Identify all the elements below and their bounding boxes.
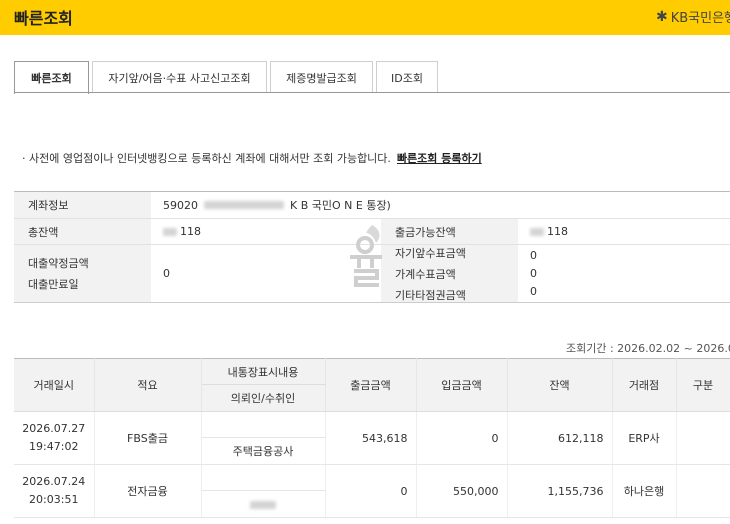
total-balance-label: 총잔액 bbox=[14, 219, 151, 244]
tx-balance: 612,118 bbox=[507, 411, 613, 465]
col-branch: 거래점 bbox=[612, 358, 677, 412]
tx-withdraw: 0 bbox=[325, 464, 417, 518]
tx-deposit: 0 bbox=[416, 411, 508, 465]
inquiry-period: 조회기간 : 2026.02.02 ~ 2026.08.0 bbox=[566, 342, 730, 355]
check-other-value: 0 bbox=[530, 285, 537, 298]
transaction-table: 거래일시 적요 내통장표시내용 출금금액 입금금액 잔액 거래점 구분 의뢰인/… bbox=[14, 358, 730, 518]
col-date: 거래일시 bbox=[14, 358, 95, 412]
account-product-name: K B 국민O N E 통장) bbox=[290, 199, 391, 212]
masked-amount bbox=[530, 227, 544, 236]
col-requester: 의뢰인/수취인 bbox=[201, 384, 326, 412]
watermark-logo bbox=[350, 225, 382, 287]
tx-branch: ERP사 bbox=[612, 411, 677, 465]
check-values: 0 0 0 bbox=[518, 245, 537, 302]
notice-text: · 사전에 영업점이나 인터넷뱅킹으로 등록하신 계좌에 대해서만 조회 가능합… bbox=[22, 152, 391, 165]
col-withdraw: 출금금액 bbox=[325, 358, 417, 412]
page-title: 빠른조회 bbox=[14, 9, 73, 28]
check-labels: 자기앞수표금액 가계수표금액 기타타점권금액 bbox=[381, 245, 518, 302]
available-balance-label: 출금가능잔액 bbox=[381, 219, 518, 244]
tab-id-inquiry[interactable]: ID조회 bbox=[376, 61, 438, 93]
check-self-value: 0 bbox=[530, 249, 537, 262]
col-deposit: 입금금액 bbox=[416, 358, 508, 412]
tab-bar: 빠른조회 자기앞/어음·수표 사고신고조회 제증명발급조회 ID조회 bbox=[14, 61, 441, 94]
col-category: 구분 bbox=[676, 358, 730, 412]
notice: · 사전에 영업점이나 인터넷뱅킹으로 등록하신 계좌에 대해서만 조회 가능합… bbox=[22, 150, 482, 166]
register-link[interactable]: 빠른조회 등록하기 bbox=[397, 152, 482, 165]
tab-check-report[interactable]: 자기앞/어음·수표 사고신고조회 bbox=[92, 61, 267, 93]
tab-certificate[interactable]: 제증명발급조회 bbox=[270, 61, 373, 93]
available-balance-value: 118 bbox=[518, 219, 568, 244]
check-home-value: 0 bbox=[530, 267, 537, 280]
check-other-label: 기타타점권금액 bbox=[395, 288, 466, 302]
tab-underline bbox=[14, 92, 730, 93]
tx-branch: 하나은행 bbox=[612, 464, 677, 518]
col-passbook: 내통장표시내용 bbox=[201, 358, 326, 385]
tx-category bbox=[676, 411, 730, 465]
tx-balance: 1,155,736 bbox=[507, 464, 613, 518]
masked-account-number bbox=[204, 201, 284, 209]
masked-amount bbox=[163, 227, 177, 236]
account-info-label: 계좌정보 bbox=[14, 192, 151, 218]
tx-memo: 전자금융 bbox=[94, 464, 202, 518]
loan-limit-label: 대출약정금액 bbox=[28, 257, 89, 270]
tab-quick-inquiry[interactable]: 빠른조회 bbox=[14, 61, 89, 94]
tx-passbook bbox=[201, 411, 326, 438]
table-row: 2026.07.27 19:47:02 FBS출금 543,618 0 612,1… bbox=[14, 411, 730, 465]
tx-passbook bbox=[201, 464, 326, 491]
col-memo: 적요 bbox=[94, 358, 202, 412]
top-bar: 빠른조회 ✱ KB국민은행 bbox=[0, 0, 730, 35]
tx-requester: 주택금융공사 bbox=[201, 437, 326, 465]
logo-text: KB국민은행 bbox=[670, 11, 730, 26]
col-balance: 잔액 bbox=[507, 358, 613, 412]
account-number-prefix: 59020 bbox=[163, 198, 198, 212]
kb-star-icon: ✱ bbox=[655, 8, 668, 25]
loan-expiry-label: 대출만료일 bbox=[28, 278, 79, 291]
tx-datetime: 2026.07.24 20:03:51 bbox=[14, 464, 95, 518]
tx-deposit: 550,000 bbox=[416, 464, 508, 518]
account-row: 계좌정보 59020 K B 국민O N E 통장) bbox=[14, 192, 730, 219]
check-home-label: 가계수표금액 bbox=[395, 267, 456, 281]
tx-datetime: 2026.07.27 19:47:02 bbox=[14, 411, 95, 465]
account-info-value: 59020 K B 국민O N E 통장) bbox=[151, 192, 391, 218]
tx-memo: FBS출금 bbox=[94, 411, 202, 465]
table-row: 2026.07.24 20:03:51 전자금융 0 550,000 1,155,… bbox=[14, 464, 730, 518]
masked-requester bbox=[250, 500, 276, 509]
tx-requester-masked bbox=[201, 490, 326, 518]
kb-logo: ✱ KB국민은행 bbox=[655, 7, 730, 27]
loan-labels: 대출약정금액 대출만료일 bbox=[14, 245, 151, 302]
tx-withdraw: 543,618 bbox=[325, 411, 417, 465]
tx-category bbox=[676, 464, 730, 518]
check-self-label: 자기앞수표금액 bbox=[395, 246, 466, 260]
